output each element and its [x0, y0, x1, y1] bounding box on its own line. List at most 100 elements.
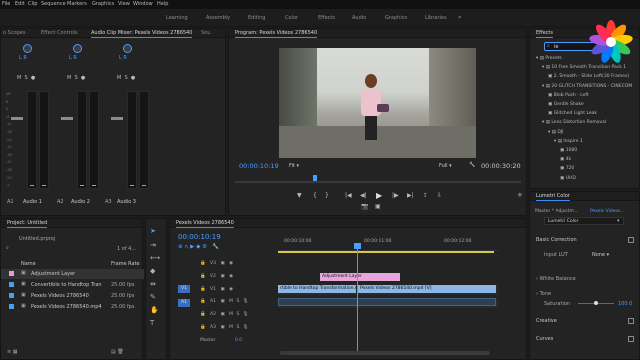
mute-button[interactable]: M [229, 299, 233, 304]
lock-icon[interactable]: 🔒 [200, 274, 206, 279]
lumetri-title[interactable]: Lumetri Color [536, 193, 570, 201]
extract-icon[interactable]: ⇩ [437, 192, 442, 199]
work-area-bar[interactable] [278, 251, 494, 253]
mute-solo-2[interactable]: M S ● [67, 75, 85, 81]
mute-solo-1[interactable]: M S ● [17, 75, 35, 81]
list-item[interactable]: ▣ Adjustment Layer [1, 269, 144, 279]
eye-icon[interactable]: ◉ [229, 261, 233, 266]
mark-in-icon[interactable]: { [313, 192, 317, 199]
sync-icon[interactable]: ▣ [220, 274, 224, 279]
solo-button[interactable]: S [236, 312, 239, 317]
effects-tree-item[interactable]: ▾ ▤ DJI [548, 130, 564, 135]
tab-effect-controls[interactable]: Effect Controls [41, 30, 78, 36]
lock-icon[interactable]: 🔒 [200, 325, 206, 330]
effects-tree-item[interactable]: ▾ ▤ 20 GLITCH TRANSITIONS - CINECOM [542, 84, 632, 89]
export-frame-icon[interactable]: 📷 [361, 203, 368, 210]
timeline-title[interactable]: Pexels Videos 2786540 [176, 220, 234, 228]
adjustment-layer-clip[interactable]: Adjustment Layer [320, 273, 400, 281]
toggle-basic[interactable] [628, 237, 634, 243]
lock-icon[interactable]: 🔒 [200, 312, 206, 317]
creative-header[interactable]: Creative [536, 318, 557, 324]
tab-scopes[interactable]: o Scopes [3, 30, 26, 36]
a1-clip[interactable] [278, 298, 496, 306]
ripple-edit-icon[interactable]: ⟷ [150, 254, 160, 262]
menu-sequence[interactable]: Sequence [41, 1, 66, 7]
workspace-editing[interactable]: Editing [248, 15, 265, 21]
effects-tree-item[interactable]: ▣ UHD [560, 176, 576, 181]
mic-icon[interactable]: 🎙 [243, 312, 249, 317]
pen-icon[interactable]: ✎ [150, 293, 156, 301]
timeline-tools-icons[interactable]: ⊕ ∩ ▶ ◆ ⚙ 🔧 [178, 244, 219, 250]
pan-knob-2[interactable] [73, 44, 82, 53]
play-icon[interactable]: ▶ [376, 191, 382, 200]
button-editor-icon[interactable]: ▣ [375, 203, 381, 210]
list-item[interactable]: ▣ Pexels Videos 2786540.mp4 25.00 fps [1, 302, 144, 312]
mic-icon[interactable]: 🎙 [243, 325, 249, 330]
go-to-in-icon[interactable]: |◀ [345, 192, 352, 199]
timeline-scrollbar[interactable] [280, 351, 490, 355]
list-item[interactable]: ▣ Convertible to Handtop Tran 25.00 fps [1, 280, 144, 290]
source-v1[interactable]: V1 [178, 285, 190, 293]
effects-tree-item[interactable]: ▾ ▤ Inspire 1 [554, 139, 583, 144]
add-button-icon[interactable]: + [517, 191, 523, 199]
saturation-handle[interactable] [594, 301, 598, 305]
v1-clip-left[interactable]: rtible to Handtop Transformation.mp4 [V] [278, 285, 356, 293]
search-icon[interactable]: ⌕ [6, 245, 9, 251]
workspace-audio[interactable]: Audio [352, 15, 366, 21]
lumetri-clip[interactable]: Pexels Videos... [590, 209, 625, 214]
quality-select[interactable]: Full ▾ [439, 163, 452, 169]
settings-icon[interactable]: 🔧 [469, 162, 475, 168]
eye-icon[interactable]: ◉ [229, 287, 233, 292]
sync-icon[interactable]: ▣ [220, 325, 224, 330]
col-name[interactable]: Name [21, 261, 36, 267]
step-forward-icon[interactable]: |▶ [392, 192, 399, 199]
effects-tree-item[interactable]: ▾ ▤ Presets [536, 56, 562, 61]
list-view-icon[interactable]: ≡ ▦ [7, 349, 18, 355]
program-monitor-title[interactable]: Program: Pexels Videos 2786540 [235, 30, 318, 38]
effects-tree-item[interactable]: ▾ ▤ Lens Distortion Removal [542, 120, 606, 125]
lift-icon[interactable]: ⇪ [423, 192, 428, 199]
timeline-timecode[interactable]: 00:00:10:19 [178, 233, 221, 241]
timeline-playhead[interactable] [357, 243, 358, 351]
workspace-effects[interactable]: Effects [318, 15, 335, 21]
basic-correction-header[interactable]: Basic Correction [536, 237, 577, 243]
master-value[interactable]: 0.0 [235, 338, 242, 343]
volume-fader-1[interactable] [11, 117, 23, 120]
menu-clip[interactable]: Clip [28, 1, 37, 7]
program-timecode[interactable]: 00:00:10:19 [239, 162, 279, 170]
volume-fader-2[interactable] [61, 117, 73, 120]
effects-tree-item[interactable]: ▣ Gentle Shake [548, 102, 584, 107]
curves-header[interactable]: Curves [536, 336, 553, 342]
razor-icon[interactable]: ◆ [150, 267, 155, 275]
col-frame-rate[interactable]: Frame Rate [111, 261, 140, 267]
lumetri-master[interactable]: Master * Adjustm... [535, 209, 578, 214]
playhead-marker[interactable] [313, 175, 317, 181]
white-balance-header[interactable]: › White Balance [536, 276, 576, 282]
timeline-ruler[interactable]: 00:00:10:00 00:00:11:00 00:00:12:00 [278, 233, 498, 251]
hand-icon[interactable]: ✋ [150, 306, 159, 314]
sync-icon[interactable]: ▣ [220, 312, 224, 317]
menu-view[interactable]: View [118, 1, 130, 7]
effects-tree-item[interactable]: ▣ 1080 [560, 148, 577, 153]
pan-knob-1[interactable] [23, 44, 32, 53]
mute-button[interactable]: M [229, 312, 233, 317]
lock-icon[interactable]: 🔒 [200, 261, 206, 266]
mic-icon[interactable]: 🎙 [243, 299, 249, 304]
effects-tree-item[interactable]: ▣ 4k [560, 157, 571, 162]
sync-icon[interactable]: ▣ [220, 261, 224, 266]
go-to-out-icon[interactable]: ▶| [407, 192, 414, 199]
solo-button[interactable]: S [236, 299, 239, 304]
lock-icon[interactable]: 🔒 [200, 299, 206, 304]
effects-tree-item[interactable]: ▣ Blob Push - Left [548, 93, 589, 98]
v1-clip-right[interactable]: Pexels Videos 2786540.mp4 [V] [358, 285, 496, 293]
lock-icon[interactable]: 🔒 [200, 287, 206, 292]
timeline-playhead-handle[interactable] [354, 243, 361, 249]
step-back-icon[interactable]: ◀| [360, 192, 367, 199]
workspace-graphics[interactable]: Graphics [385, 15, 407, 21]
solo-button[interactable]: S [236, 325, 239, 330]
toggle-curves[interactable] [628, 336, 634, 342]
tab-audio-clip-mixer[interactable]: Audio Clip Mixer: Pexels Videos 2786540 [91, 30, 193, 38]
zoom-select[interactable]: Fit ▾ [289, 163, 299, 169]
tab-source[interactable]: Sou [201, 30, 210, 36]
saturation-value[interactable]: 100.0 [618, 301, 632, 307]
